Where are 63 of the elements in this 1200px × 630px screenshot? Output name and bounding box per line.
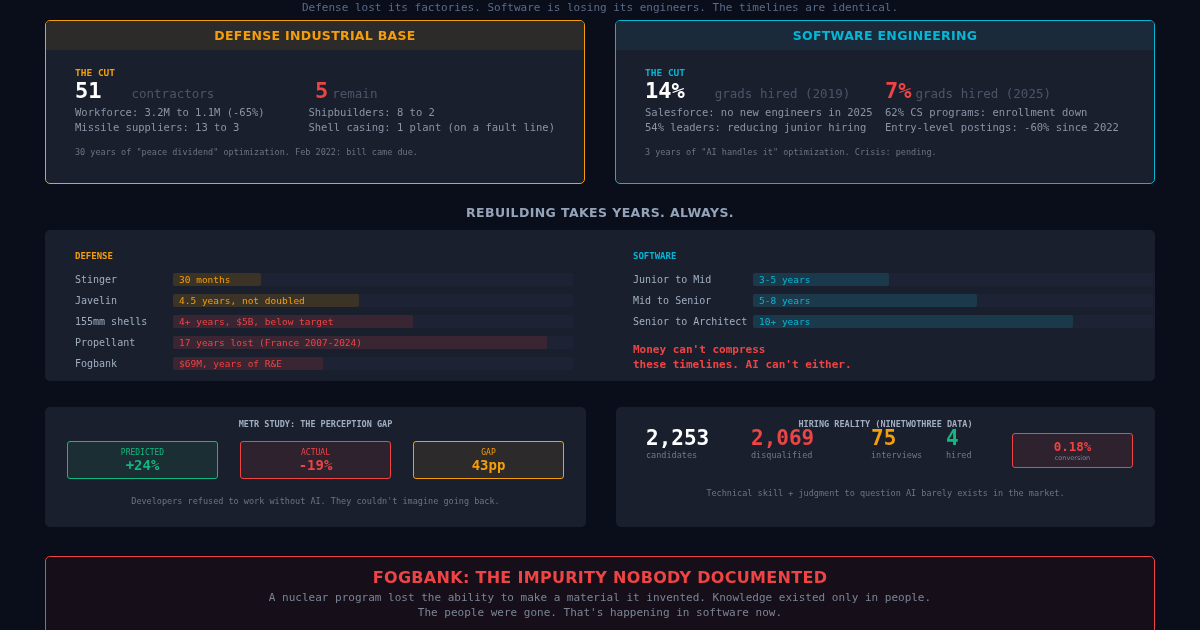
card-title: DEFENSE INDUSTRIAL BASE (214, 28, 416, 43)
duration-bar: 17 years lost (France 2007-2024) (173, 336, 547, 349)
stat-value: 2,253 (646, 426, 711, 450)
duration-bar: 3-5 years (753, 273, 889, 286)
section-label: THE CUT (645, 67, 686, 78)
note-text: 3 years of "AI handles it" optimization. Crisis: pending. (645, 147, 937, 157)
stat-label: hired (946, 450, 973, 460)
callout-text: Money can't compress these timelines. AI can't either. (633, 342, 852, 372)
duration-bar: $69M, years of R&E (173, 357, 323, 370)
stat-value: 2,069 (751, 426, 815, 450)
fact-text: Salesforce: no new engineers in 2025 (645, 106, 874, 118)
section-heading: REBUILDING TAKES YEARS. ALWAYS. (466, 205, 734, 220)
fact-text: Shipbuilders: 8 to 2 (308, 106, 436, 118)
section-label: THE CUT (75, 67, 116, 78)
duration-bar: 4.5 years, not doubled (173, 294, 359, 307)
stat-label: interviews (871, 450, 924, 460)
stat-label: candidates (646, 450, 699, 460)
note-text: 30 years of "peace dividend" optimization. Feb 2022: bill came due. (75, 147, 418, 157)
duration-bar: 4+ years, $5B, below target (173, 315, 413, 328)
stat-label: ACTUAL (301, 447, 330, 457)
row-label: 155mm shells (75, 316, 149, 327)
stat-label: grads hired (2019) (714, 86, 851, 101)
note-text: Developers refused to work without AI. They couldn't imagine going back. (131, 496, 500, 506)
conversion-value: 0.18% (1053, 439, 1092, 454)
note-text: Technical skill + judgment to question AI barely exists in the market. (706, 488, 1065, 498)
fact-text: 54% leaders: reducing junior hiring (645, 121, 868, 133)
card-text: A nuclear program lost the ability to make a material it invented. Knowledge existed only in people. The people were gone. That's happening in software now. (268, 590, 932, 620)
duration-bar: 10+ years (753, 315, 1073, 328)
stat-value: 14% (645, 78, 685, 103)
stat-label: remain (332, 86, 378, 101)
fact-text: Missile suppliers: 13 to 3 (75, 121, 241, 133)
stat-label: disqualified (751, 450, 814, 460)
row-label: Fogbank (75, 358, 119, 369)
duration-bar: 5-8 years (753, 294, 977, 307)
stat-value: 43pp (471, 456, 506, 473)
stat-value: 51 (75, 78, 102, 103)
row-label: Mid to Senior (633, 295, 713, 306)
fact-text: Workforce: 3.2M to 1.1M (-65%) (75, 106, 266, 118)
stat-value: 4 (946, 426, 959, 450)
stat-value: 5 (315, 78, 329, 103)
duration-bar: 30 months (173, 273, 261, 286)
fact-text: Entry-level postings: -60% since 2022 (885, 121, 1120, 133)
row-label: Propellant (75, 337, 137, 348)
stat-label: contractors (131, 86, 215, 101)
column-title: DEFENSE (75, 251, 113, 261)
row-label: Stinger (75, 274, 119, 285)
stat-label: GAP (481, 447, 496, 457)
panel-title: HIRING REALITY (NINETWOTHREE DATA) (798, 419, 973, 429)
fact-text: 62% CS programs: enrollment down (885, 106, 1089, 118)
stat-value: -19% (298, 456, 333, 473)
row-label: Senior to Architect (633, 316, 749, 327)
fact-text: Shell casing: 1 plant (on a fault line) (308, 121, 555, 133)
stat-label: grads hired (2025) (915, 86, 1051, 101)
row-label: Junior to Mid (633, 274, 713, 285)
stat-value: +24% (125, 456, 160, 473)
card-title: SOFTWARE ENGINEERING (792, 28, 978, 43)
row-label: Javelin (75, 295, 119, 306)
panel-title: METR STUDY: THE PERCEPTION GAP (238, 419, 393, 429)
column-title: SOFTWARE (633, 251, 677, 261)
intro-text: Defense lost its factories. Software is losing its engineers. The timelines are identical. (301, 1, 899, 14)
stat-value: 7% (885, 78, 912, 103)
card-title: FOGBANK: THE IMPURITY NOBODY DOCUMENTED (372, 568, 828, 587)
stat-label: PREDICTED (120, 447, 165, 457)
